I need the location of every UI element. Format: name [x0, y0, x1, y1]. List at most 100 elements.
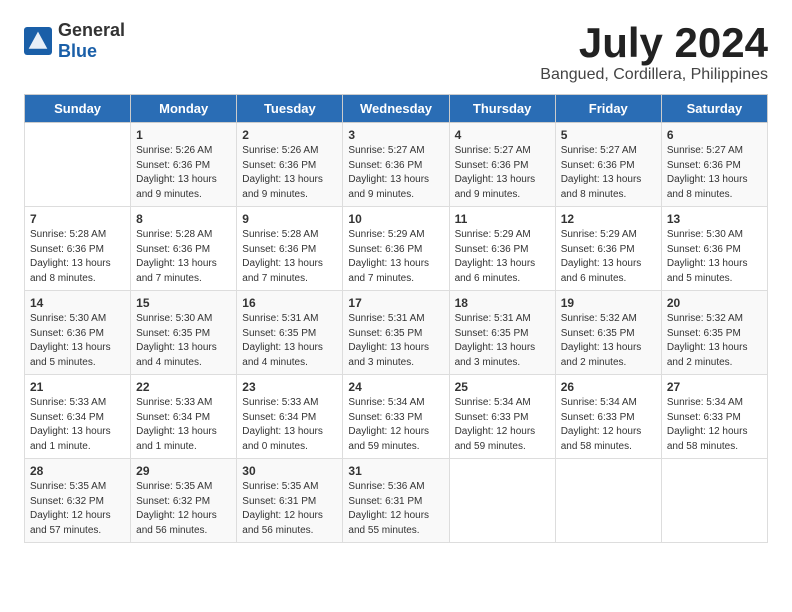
day-info: Sunrise: 5:28 AM Sunset: 6:36 PM Dayligh…	[136, 228, 232, 286]
day-info: Sunrise: 5:31 AM Sunset: 6:35 PM Dayligh…	[455, 312, 551, 370]
calendar-cell: 30Sunrise: 5:35 AM Sunset: 6:31 PM Dayli…	[237, 459, 343, 543]
day-number: 24	[348, 380, 444, 394]
day-number: 31	[348, 464, 444, 478]
calendar-cell: 7 Sunrise: 5:28 AM Sunset: 6:36 PM Daylig…	[25, 207, 131, 291]
day-number: 3	[348, 128, 444, 142]
calendar-cell: 25 Sunrise: 5:34 AM Sunset: 6:33 PM Dayli…	[449, 375, 555, 459]
day-number: 18	[455, 296, 551, 310]
calendar-cell: 22Sunrise: 5:33 AM Sunset: 6:34 PM Dayli…	[131, 375, 237, 459]
calendar-week-row: 1 Sunrise: 5:26 AM Sunset: 6:36 PM Daylig…	[25, 123, 768, 207]
day-number: 25	[455, 380, 551, 394]
title-block: July 2024 Bangued, Cordillera, Philippin…	[540, 20, 768, 84]
calendar-week-row: 14 Sunrise: 5:30 AM Sunset: 6:36 PM Dayli…	[25, 291, 768, 375]
day-info: Sunrise: 5:31 AM Sunset: 6:35 PM Dayligh…	[242, 312, 338, 370]
calendar-cell: 23 Sunrise: 5:33 AM Sunset: 6:34 PM Dayli…	[237, 375, 343, 459]
calendar-week-row: 21 Sunrise: 5:33 AM Sunset: 6:34 PM Dayli…	[25, 375, 768, 459]
day-header-monday: Monday	[131, 95, 237, 123]
calendar-header-row: SundayMondayTuesdayWednesdayThursdayFrid…	[25, 95, 768, 123]
day-header-thursday: Thursday	[449, 95, 555, 123]
logo-blue-text: Blue	[58, 41, 97, 61]
calendar-cell: 12Sunrise: 5:29 AM Sunset: 6:36 PM Dayli…	[555, 207, 661, 291]
calendar-cell: 4Sunrise: 5:27 AM Sunset: 6:36 PM Daylig…	[449, 123, 555, 207]
calendar-cell: 20Sunrise: 5:32 AM Sunset: 6:35 PM Dayli…	[661, 291, 767, 375]
day-number: 28	[30, 464, 126, 478]
day-header-friday: Friday	[555, 95, 661, 123]
calendar-cell: 27 Sunrise: 5:34 AM Sunset: 6:33 PM Dayli…	[661, 375, 767, 459]
day-number: 1	[136, 128, 232, 142]
day-info: Sunrise: 5:29 AM Sunset: 6:36 PM Dayligh…	[561, 228, 657, 286]
day-number: 17	[348, 296, 444, 310]
day-info: Sunrise: 5:28 AM Sunset: 6:36 PM Dayligh…	[30, 228, 126, 286]
month-title: July 2024	[540, 20, 768, 66]
calendar-cell: 3Sunrise: 5:27 AM Sunset: 6:36 PM Daylig…	[343, 123, 449, 207]
calendar-cell: 28 Sunrise: 5:35 AM Sunset: 6:32 PM Dayli…	[25, 459, 131, 543]
day-number: 5	[561, 128, 657, 142]
day-info: Sunrise: 5:34 AM Sunset: 6:33 PM Dayligh…	[667, 396, 763, 454]
calendar-cell: 18 Sunrise: 5:31 AM Sunset: 6:35 PM Dayli…	[449, 291, 555, 375]
calendar-cell: 8 Sunrise: 5:28 AM Sunset: 6:36 PM Daylig…	[131, 207, 237, 291]
day-info: Sunrise: 5:27 AM Sunset: 6:36 PM Dayligh…	[667, 144, 763, 202]
calendar-cell: 5 Sunrise: 5:27 AM Sunset: 6:36 PM Daylig…	[555, 123, 661, 207]
calendar-week-row: 28 Sunrise: 5:35 AM Sunset: 6:32 PM Dayli…	[25, 459, 768, 543]
day-info: Sunrise: 5:35 AM Sunset: 6:31 PM Dayligh…	[242, 480, 338, 538]
day-header-sunday: Sunday	[25, 95, 131, 123]
calendar-cell: 19Sunrise: 5:32 AM Sunset: 6:35 PM Dayli…	[555, 291, 661, 375]
calendar-cell: 2Sunrise: 5:26 AM Sunset: 6:36 PM Daylig…	[237, 123, 343, 207]
day-number: 22	[136, 380, 232, 394]
day-info: Sunrise: 5:35 AM Sunset: 6:32 PM Dayligh…	[136, 480, 232, 538]
day-info: Sunrise: 5:33 AM Sunset: 6:34 PM Dayligh…	[242, 396, 338, 454]
logo-general-text: General	[58, 20, 125, 40]
day-number: 23	[242, 380, 338, 394]
calendar-cell: 10Sunrise: 5:29 AM Sunset: 6:36 PM Dayli…	[343, 207, 449, 291]
day-header-saturday: Saturday	[661, 95, 767, 123]
day-info: Sunrise: 5:32 AM Sunset: 6:35 PM Dayligh…	[561, 312, 657, 370]
day-number: 6	[667, 128, 763, 142]
calendar-table: SundayMondayTuesdayWednesdayThursdayFrid…	[24, 94, 768, 543]
day-info: Sunrise: 5:34 AM Sunset: 6:33 PM Dayligh…	[348, 396, 444, 454]
day-info: Sunrise: 5:30 AM Sunset: 6:36 PM Dayligh…	[667, 228, 763, 286]
calendar-cell: 9 Sunrise: 5:28 AM Sunset: 6:36 PM Daylig…	[237, 207, 343, 291]
day-info: Sunrise: 5:26 AM Sunset: 6:36 PM Dayligh…	[242, 144, 338, 202]
day-info: Sunrise: 5:30 AM Sunset: 6:35 PM Dayligh…	[136, 312, 232, 370]
day-info: Sunrise: 5:29 AM Sunset: 6:36 PM Dayligh…	[455, 228, 551, 286]
calendar-cell	[449, 459, 555, 543]
calendar-cell: 26 Sunrise: 5:34 AM Sunset: 6:33 PM Dayli…	[555, 375, 661, 459]
day-info: Sunrise: 5:26 AM Sunset: 6:36 PM Dayligh…	[136, 144, 232, 202]
calendar-week-row: 7 Sunrise: 5:28 AM Sunset: 6:36 PM Daylig…	[25, 207, 768, 291]
day-number: 10	[348, 212, 444, 226]
calendar-cell: 14 Sunrise: 5:30 AM Sunset: 6:36 PM Dayli…	[25, 291, 131, 375]
day-info: Sunrise: 5:33 AM Sunset: 6:34 PM Dayligh…	[30, 396, 126, 454]
day-info: Sunrise: 5:35 AM Sunset: 6:32 PM Dayligh…	[30, 480, 126, 538]
day-number: 8	[136, 212, 232, 226]
day-number: 11	[455, 212, 551, 226]
location-title: Bangued, Cordillera, Philippines	[540, 66, 768, 84]
calendar-cell	[661, 459, 767, 543]
day-info: Sunrise: 5:27 AM Sunset: 6:36 PM Dayligh…	[561, 144, 657, 202]
day-info: Sunrise: 5:31 AM Sunset: 6:35 PM Dayligh…	[348, 312, 444, 370]
calendar-cell: 24 Sunrise: 5:34 AM Sunset: 6:33 PM Dayli…	[343, 375, 449, 459]
day-number: 14	[30, 296, 126, 310]
calendar-cell	[555, 459, 661, 543]
calendar-cell: 17 Sunrise: 5:31 AM Sunset: 6:35 PM Dayli…	[343, 291, 449, 375]
day-number: 21	[30, 380, 126, 394]
calendar-cell: 6 Sunrise: 5:27 AM Sunset: 6:36 PM Daylig…	[661, 123, 767, 207]
day-number: 27	[667, 380, 763, 394]
day-info: Sunrise: 5:28 AM Sunset: 6:36 PM Dayligh…	[242, 228, 338, 286]
day-info: Sunrise: 5:34 AM Sunset: 6:33 PM Dayligh…	[455, 396, 551, 454]
day-number: 4	[455, 128, 551, 142]
day-number: 26	[561, 380, 657, 394]
day-info: Sunrise: 5:30 AM Sunset: 6:36 PM Dayligh…	[30, 312, 126, 370]
day-number: 13	[667, 212, 763, 226]
calendar-cell: 15Sunrise: 5:30 AM Sunset: 6:35 PM Dayli…	[131, 291, 237, 375]
day-number: 29	[136, 464, 232, 478]
calendar-cell	[25, 123, 131, 207]
day-header-wednesday: Wednesday	[343, 95, 449, 123]
day-number: 7	[30, 212, 126, 226]
page-header: General Blue July 2024 Bangued, Cordille…	[24, 20, 768, 84]
calendar-cell: 21 Sunrise: 5:33 AM Sunset: 6:34 PM Dayli…	[25, 375, 131, 459]
day-info: Sunrise: 5:34 AM Sunset: 6:33 PM Dayligh…	[561, 396, 657, 454]
day-number: 9	[242, 212, 338, 226]
calendar-cell: 16Sunrise: 5:31 AM Sunset: 6:35 PM Dayli…	[237, 291, 343, 375]
day-info: Sunrise: 5:32 AM Sunset: 6:35 PM Dayligh…	[667, 312, 763, 370]
logo: General Blue	[24, 20, 125, 62]
